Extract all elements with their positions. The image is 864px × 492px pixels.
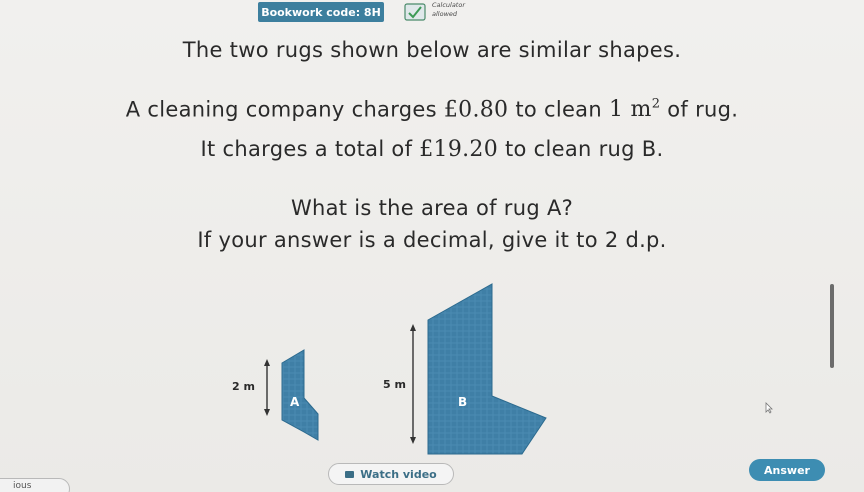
previous-label: ious: [13, 481, 32, 491]
watch-video-button[interactable]: Watch video: [328, 463, 454, 485]
total-text-post: to clean rug B.: [498, 137, 664, 161]
page: Bookwork code: 8H Calculator allowed The…: [0, 0, 864, 492]
rug-b-shape: [427, 283, 547, 455]
total-text-pre: It charges a total of: [200, 137, 420, 161]
previous-button[interactable]: ious: [0, 478, 70, 492]
mouse-cursor-icon: [765, 402, 773, 414]
rugs-diagram: [264, 283, 547, 455]
charge-text-pre: A cleaning company charges: [125, 97, 444, 122]
question-line-ask: What is the area of rug A?: [290, 196, 574, 220]
watch-video-label: Watch video: [360, 467, 437, 481]
video-icon: [345, 470, 355, 478]
rug-b-label: B: [458, 395, 468, 409]
charge-area-value: 1 m: [608, 97, 652, 123]
scrollbar[interactable]: [830, 284, 834, 368]
charge-price: £0.80: [443, 97, 509, 123]
calculator-label: Calculator: [432, 1, 466, 9]
calculator-allowed-text: Calculator allowed: [432, 1, 465, 19]
charge-area-exponent: 2: [651, 97, 661, 112]
answer-button[interactable]: Answer: [749, 459, 825, 481]
answer-label: Answer: [764, 463, 810, 477]
calculator-icon: [404, 3, 426, 21]
allowed-label: allowed: [432, 10, 458, 18]
question-line-total: It charges a total of £19.20 to clean ru…: [0, 137, 864, 162]
question-line-rounding: If your answer is a decimal, give it to …: [197, 228, 667, 252]
rug-a-shape: [281, 349, 319, 441]
charge-text-post: of rug.: [660, 97, 739, 122]
question-line-charge: A cleaning company charges £0.80 to clea…: [0, 97, 864, 122]
total-price: £19.20: [419, 137, 499, 162]
rug-a-length-label: 2 m: [232, 380, 255, 393]
charge-text-mid: to clean: [508, 97, 609, 122]
bookwork-code-badge: Bookwork code: 8H: [258, 2, 384, 22]
charge-area: 1 m2: [609, 97, 660, 122]
question-line-similar: The two rugs shown below are similar sha…: [182, 38, 682, 62]
rug-a-label: A: [290, 395, 300, 409]
rug-b-length-label: 5 m: [383, 378, 406, 391]
